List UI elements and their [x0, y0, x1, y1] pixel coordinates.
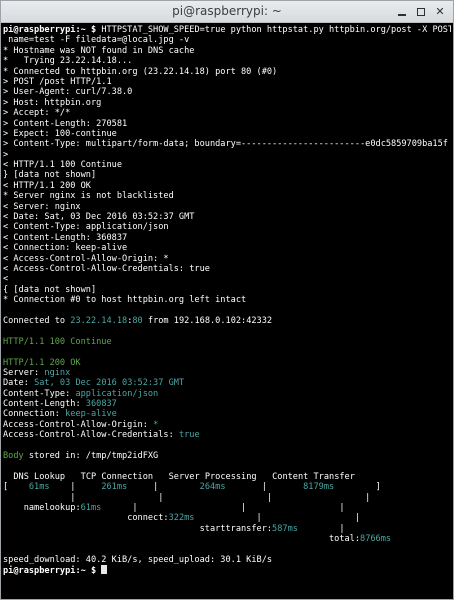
minimize-button[interactable]: [395, 5, 409, 19]
terminal-window: pi@raspberrypi: ~ ✕ pi@raspberrypi:~ $ H…: [0, 0, 454, 600]
namelookup-line: namelookup:61ms | | |: [23, 502, 345, 513]
verbose-line: * Server nginx is not blacklisted: [3, 191, 174, 202]
timing-col-dns: DNS Lookup: [13, 471, 66, 482]
verbose-line: < Server: nginx: [3, 201, 81, 212]
timing-value-dns: 61ms: [28, 482, 50, 493]
verbose-line: > Content-Length: 270581: [3, 118, 128, 129]
maximize-icon: [417, 8, 425, 16]
header-name: Server: [3, 367, 35, 378]
verbose-line: < Access-Control-Allow-Origin: *: [3, 253, 169, 264]
verbose-line: < Access-Control-Allow-Credentials: true: [3, 263, 210, 274]
verbose-line: < HTTP/1.1 200 OK: [3, 180, 91, 191]
header-name: Access-Control-Allow-Origin: [3, 419, 143, 430]
verbose-line: >: [3, 149, 9, 160]
verbose-line: * Trying 23.22.14.18...: [3, 56, 133, 67]
prompt-path: :~ $: [75, 25, 97, 35]
header-name: Date: [3, 378, 24, 389]
header-value: 360837: [85, 399, 117, 410]
header-value: *: [153, 419, 159, 430]
speed-line: speed_download: 40.2 KiB/s, speed_upload…: [3, 554, 273, 565]
verbose-line: < Content-Type: application/json: [3, 222, 169, 233]
verbose-line: < Date: Sat, 03 Dec 2016 03:52:37 GMT: [3, 212, 195, 223]
timing-col-server: Server Processing: [168, 471, 257, 482]
final-prompt-user-host: pi@raspberrypi: [3, 566, 76, 576]
verbose-line: > Accept: */*: [3, 108, 71, 119]
timing-value-server: 264ms: [199, 482, 226, 493]
text-cursor: [101, 565, 108, 575]
window-title: pi@raspberrypi: ~: [172, 4, 282, 18]
terminal-output[interactable]: pi@raspberrypi:~ $ HTTPSTAT_SHOW_SPEED=t…: [3, 25, 451, 597]
verbose-line: > Content-Type: multipart/form-data; bou…: [3, 139, 448, 150]
verbose-line: <: [3, 274, 9, 285]
verbose-line: > Host: httpbin.org: [3, 97, 102, 108]
header-name: Content-Length: [3, 399, 76, 410]
command-continuation: name=test -F filedata=@local.jpg -v: [3, 35, 190, 46]
verbose-line: * Hostname was NOT found in DNS cache: [3, 45, 195, 56]
header-line: Content-Type: application/json: [3, 388, 159, 399]
starttransfer-line: starttransfer:587ms |: [199, 523, 345, 534]
header-name: Connection: [3, 409, 55, 420]
header-line: Access-Control-Allow-Credentials: true: [3, 430, 200, 441]
ok-status: HTTP/1.1 200 OK: [3, 357, 81, 368]
header-value: Sat, 03 Dec 2016 03:52:37 GMT: [34, 378, 185, 389]
header-line: Connection: keep-alive: [3, 409, 117, 420]
verbose-line: * Connected to httpbin.org (23.22.14.18)…: [3, 66, 278, 77]
final-prompt-path: :~ $: [75, 566, 97, 576]
minimize-icon: [398, 14, 406, 16]
header-line: Server: nginx: [3, 367, 71, 378]
header-name: Content-Type: [3, 388, 66, 399]
timing-value-tcp: 261ms: [101, 482, 128, 493]
connect-line: connect:322ms | |: [127, 513, 361, 524]
timing-value-transfer: 8179ms: [303, 482, 335, 493]
title-bar[interactable]: pi@raspberrypi: ~ ✕: [1, 1, 453, 23]
header-value: nginx: [44, 367, 71, 378]
command-text: HTTPSTAT_SHOW_SPEED=true python httpstat…: [96, 25, 451, 35]
body-line: Body stored in: /tmp/tmp2idFXG: [3, 451, 451, 461]
remote-ip: 23.22.14.18: [70, 315, 128, 326]
verbose-line: < HTTP/1.1 100 Continue: [3, 160, 122, 171]
maximize-button[interactable]: [414, 5, 428, 19]
verbose-line: > User-Agent: curl/7.38.0: [3, 87, 133, 98]
timing-headers: DNS Lookup TCP Connection Server Process…: [3, 472, 451, 482]
verbose-line: > POST /post HTTP/1.1: [3, 76, 112, 87]
header-line: Access-Control-Allow-Origin: *: [3, 419, 159, 430]
verbose-line: { [data not shown]: [3, 284, 97, 295]
header-value: application/json: [75, 388, 159, 399]
continue-status: HTTP/1.1 100 Continue: [3, 336, 112, 347]
verbose-line: } [data not shown]: [3, 170, 97, 181]
verbose-line: * Connection #0 to host httpbin.org left…: [3, 295, 247, 306]
verbose-output: * Hostname was NOT found in DNS cache * T…: [3, 46, 451, 306]
final-prompt-line[interactable]: pi@raspberrypi:~ $: [3, 565, 451, 576]
body-label: Body: [3, 451, 24, 462]
connected-line: Connected to 23.22.14.18:80 from 192.168…: [3, 315, 273, 326]
header-line: Content-Length: 360837: [3, 399, 117, 410]
body-path: stored in: /tmp/tmp2idFXG: [23, 451, 159, 462]
header-name: Access-Control-Allow-Credentials: [3, 430, 169, 441]
header-value: keep-alive: [65, 409, 117, 420]
header-value: true: [178, 430, 200, 441]
prompt-user-host: pi@raspberrypi: [3, 25, 76, 35]
command-line: pi@raspberrypi:~ $ HTTPSTAT_SHOW_SPEED=t…: [3, 25, 451, 35]
response-headers: Server: nginx Date: Sat, 03 Dec 2016 03:5…: [3, 368, 451, 441]
remote-port: 80: [132, 315, 143, 326]
verbose-line: > Expect: 100-continue: [3, 128, 117, 139]
timing-col-transfer: Content Transfer: [272, 471, 355, 482]
timing-values: [ 61ms | 261ms | 264ms | 8179ms ]: [3, 482, 381, 493]
close-button[interactable]: ✕: [433, 5, 447, 19]
verbose-line: < Connection: keep-alive: [3, 243, 128, 254]
total-line: total:8766ms: [328, 534, 392, 545]
header-line: Date: Sat, 03 Dec 2016 03:52:37 GMT: [3, 378, 185, 389]
close-icon: ✕: [435, 5, 445, 18]
timing-col-tcp: TCP Connection: [80, 471, 154, 482]
verbose-line: < Content-Length: 360837: [3, 232, 128, 243]
timing-diagram: DNS Lookup TCP Connection Server Process…: [3, 472, 451, 545]
